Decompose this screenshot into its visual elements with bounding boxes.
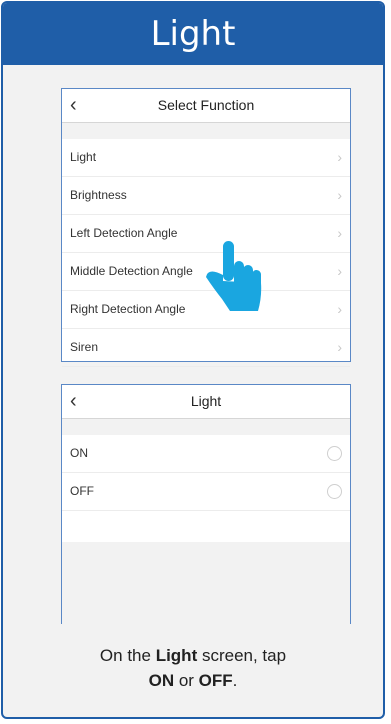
select-function-screen: ‹ Select Function Light › Brightness › L… (61, 88, 351, 367)
option-on[interactable]: ON (62, 435, 350, 473)
nav-bar: ‹ Select Function (62, 89, 350, 123)
instruction-caption: On the Light screen, tap ON or OFF. (3, 643, 383, 693)
caption-bold-on: ON (148, 671, 175, 690)
list-item-light[interactable]: Light › (62, 139, 350, 177)
radio-button-icon[interactable] (327, 484, 342, 499)
option-label: ON (70, 446, 88, 460)
tap-hand-icon (206, 241, 262, 311)
list-item-label: Siren (70, 340, 99, 354)
caption-text: . (232, 671, 238, 690)
nav-bar: ‹ Light (62, 385, 350, 419)
empty-area (62, 542, 350, 624)
chevron-right-icon: › (337, 301, 342, 317)
list-item-siren[interactable]: Siren › (62, 329, 350, 367)
chevron-right-icon: › (337, 263, 342, 279)
section-spacer (62, 419, 350, 435)
list-item-label: Right Detection Angle (70, 302, 186, 316)
caption-bold-light: Light (155, 646, 198, 665)
option-label: OFF (70, 484, 94, 498)
list-item-label: Brightness (70, 188, 127, 202)
caption-text: or (174, 671, 199, 690)
chevron-right-icon: › (337, 187, 342, 203)
list-item-label: Middle Detection Angle (70, 264, 193, 278)
chevron-right-icon: › (337, 225, 342, 241)
light-screen: ‹ Light ON OFF (61, 384, 351, 624)
caption-text: On the (99, 646, 156, 665)
card-title: Light (3, 3, 383, 65)
caption-bold-off: OFF (198, 671, 233, 690)
chevron-right-icon: › (337, 339, 342, 355)
list-item-brightness[interactable]: Brightness › (62, 177, 350, 215)
screen-title: Light (190, 393, 222, 409)
caption-text: screen, tap (197, 646, 287, 665)
chevron-right-icon: › (337, 149, 342, 165)
screen-title: Select Function (157, 97, 255, 113)
list-item-label: Light (70, 150, 97, 164)
list-item-label: Left Detection Angle (70, 226, 178, 240)
instruction-card: Light ‹ Select Function Light › Brightne… (1, 1, 385, 719)
option-off[interactable]: OFF (62, 473, 350, 511)
section-spacer (62, 123, 350, 139)
radio-button-icon[interactable] (327, 446, 342, 461)
